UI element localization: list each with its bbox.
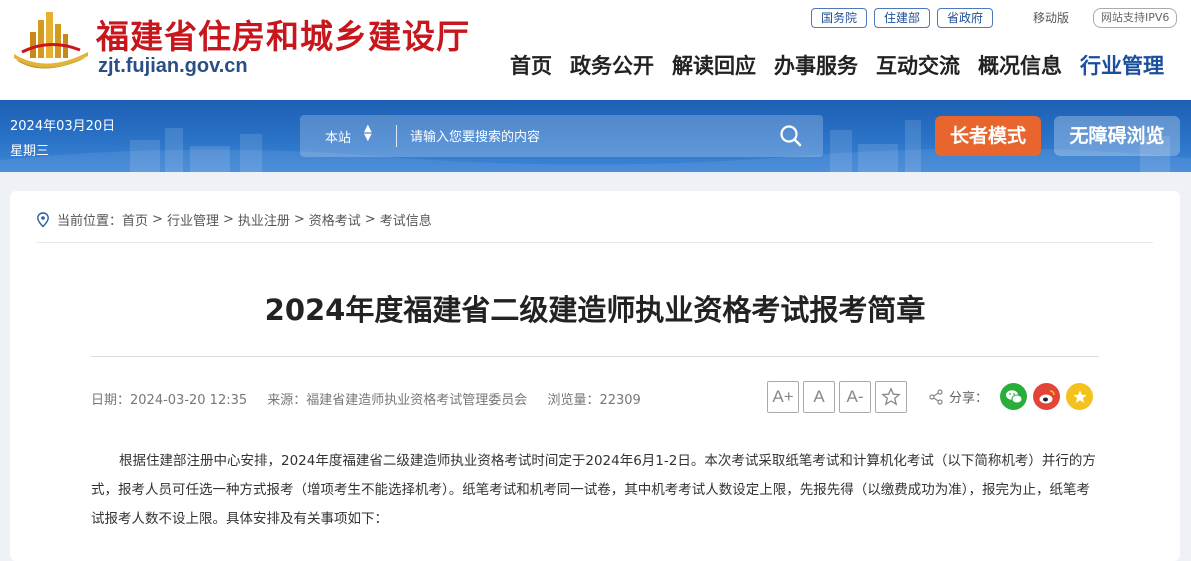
current-weekday: 星期三 — [10, 144, 50, 159]
breadcrumb-home[interactable]: 首页 — [122, 210, 148, 229]
favorite-icon — [1072, 389, 1087, 403]
wechat-share-button[interactable] — [1000, 383, 1028, 410]
font-size-tools: A+ A A- — [767, 381, 907, 413]
share-bar: 分享： — [928, 383, 1094, 410]
article-card: 当前位置： 首页 > 行业管理 > 执业注册 > 资格考试 > 考试信息 202… — [10, 191, 1180, 561]
mobile-version-link[interactable]: 移动版 — [1033, 9, 1069, 26]
nav-gov-affairs[interactable]: 政务公开 — [570, 51, 654, 81]
banner: 2024年03月20日 星期三 本站 ▲▼ 长者模式 无障碍浏览 — [0, 100, 1191, 172]
article-title: 2024年度福建省二级建造师执业资格考试报考简章 — [264, 293, 926, 327]
search-icon[interactable] — [778, 123, 804, 149]
site-domain: zjt.fujian.gov.cn — [98, 55, 248, 77]
nav-interaction[interactable]: 互动交流 — [876, 51, 960, 81]
article-paragraph: 根据住建部注册中心安排，2024年度福建省二级建造师执业资格考试时间定于2024… — [91, 453, 1096, 527]
breadcrumb-exam-info[interactable]: 考试信息 — [380, 210, 432, 229]
accessibility-button[interactable]: 无障碍浏览 — [1054, 116, 1180, 156]
font-decrease-button[interactable]: A- — [839, 381, 871, 413]
nav-home[interactable]: 首页 — [510, 51, 552, 81]
ipv6-badge: 网站支持IPV6 — [1093, 8, 1178, 28]
article-date: 日期：2024-03-20 12:35 — [91, 393, 248, 408]
breadcrumb-prefix: 当前位置： — [57, 214, 123, 229]
star-icon — [881, 387, 901, 406]
nav-services[interactable]: 办事服务 — [774, 51, 858, 81]
weibo-icon — [1039, 389, 1055, 403]
favorite-star-button[interactable] — [875, 381, 907, 413]
breadcrumb-divider — [36, 242, 1153, 243]
share-label: 分享： — [949, 391, 989, 406]
weibo-share-button[interactable] — [1033, 383, 1061, 410]
nav-interpretation[interactable]: 解读回应 — [672, 51, 756, 81]
breadcrumb-registration[interactable]: 执业注册 — [238, 210, 290, 229]
link-state-council[interactable]: 国务院 — [811, 8, 868, 28]
breadcrumb-exam[interactable]: 资格考试 — [309, 210, 361, 229]
article-views: 浏览量：22309 — [547, 393, 641, 408]
favorite-share-button[interactable] — [1066, 383, 1094, 410]
nav-industry-management[interactable]: 行业管理 — [1080, 51, 1164, 81]
site-name[interactable]: 福建省住房和城乡建设厅 — [96, 10, 470, 58]
font-reset-button[interactable]: A — [803, 381, 835, 413]
top-links: 国务院 住建部 省政府 — [811, 8, 994, 28]
article-body: 根据住建部注册中心安排，2024年度福建省二级建造师执业资格考试时间定于2024… — [91, 447, 1101, 534]
search-divider — [396, 125, 397, 147]
site-header: 福建省住房和城乡建设厅 zjt.fujian.gov.cn 国务院 住建部 省政… — [0, 0, 1191, 100]
logo-emblem-icon[interactable] — [12, 8, 90, 80]
share-icon — [929, 388, 943, 405]
nav-overview[interactable]: 概况信息 — [978, 51, 1062, 81]
elder-mode-button[interactable]: 长者模式 — [935, 116, 1041, 156]
scope-toggle-icon[interactable]: ▲ ▼ — [364, 124, 372, 143]
article-source: 来源：福建省建造师执业资格考试管理委员会 — [267, 393, 528, 408]
current-date: 2024年03月20日 — [10, 119, 116, 134]
search-input[interactable] — [408, 123, 752, 151]
breadcrumb-industry[interactable]: 行业管理 — [167, 210, 219, 229]
wechat-icon — [1005, 389, 1023, 403]
font-increase-button[interactable]: A+ — [767, 381, 799, 413]
link-ministry[interactable]: 住建部 — [874, 8, 931, 28]
article-meta: 日期：2024-03-20 12:35 来源：福建省建造师执业资格考试管理委员会… — [91, 389, 657, 408]
main-nav: 首页 政务公开 解读回应 办事服务 互动交流 概况信息 行业管理 — [510, 51, 1164, 81]
location-pin-icon — [37, 211, 49, 227]
search-bar: 本站 ▲ ▼ — [300, 115, 823, 157]
title-divider — [91, 356, 1099, 357]
search-scope-select[interactable]: 本站 — [325, 127, 351, 146]
link-province-gov[interactable]: 省政府 — [937, 8, 994, 28]
breadcrumb: 当前位置： 首页 > 行业管理 > 执业注册 > 资格考试 > 考试信息 — [36, 210, 432, 229]
